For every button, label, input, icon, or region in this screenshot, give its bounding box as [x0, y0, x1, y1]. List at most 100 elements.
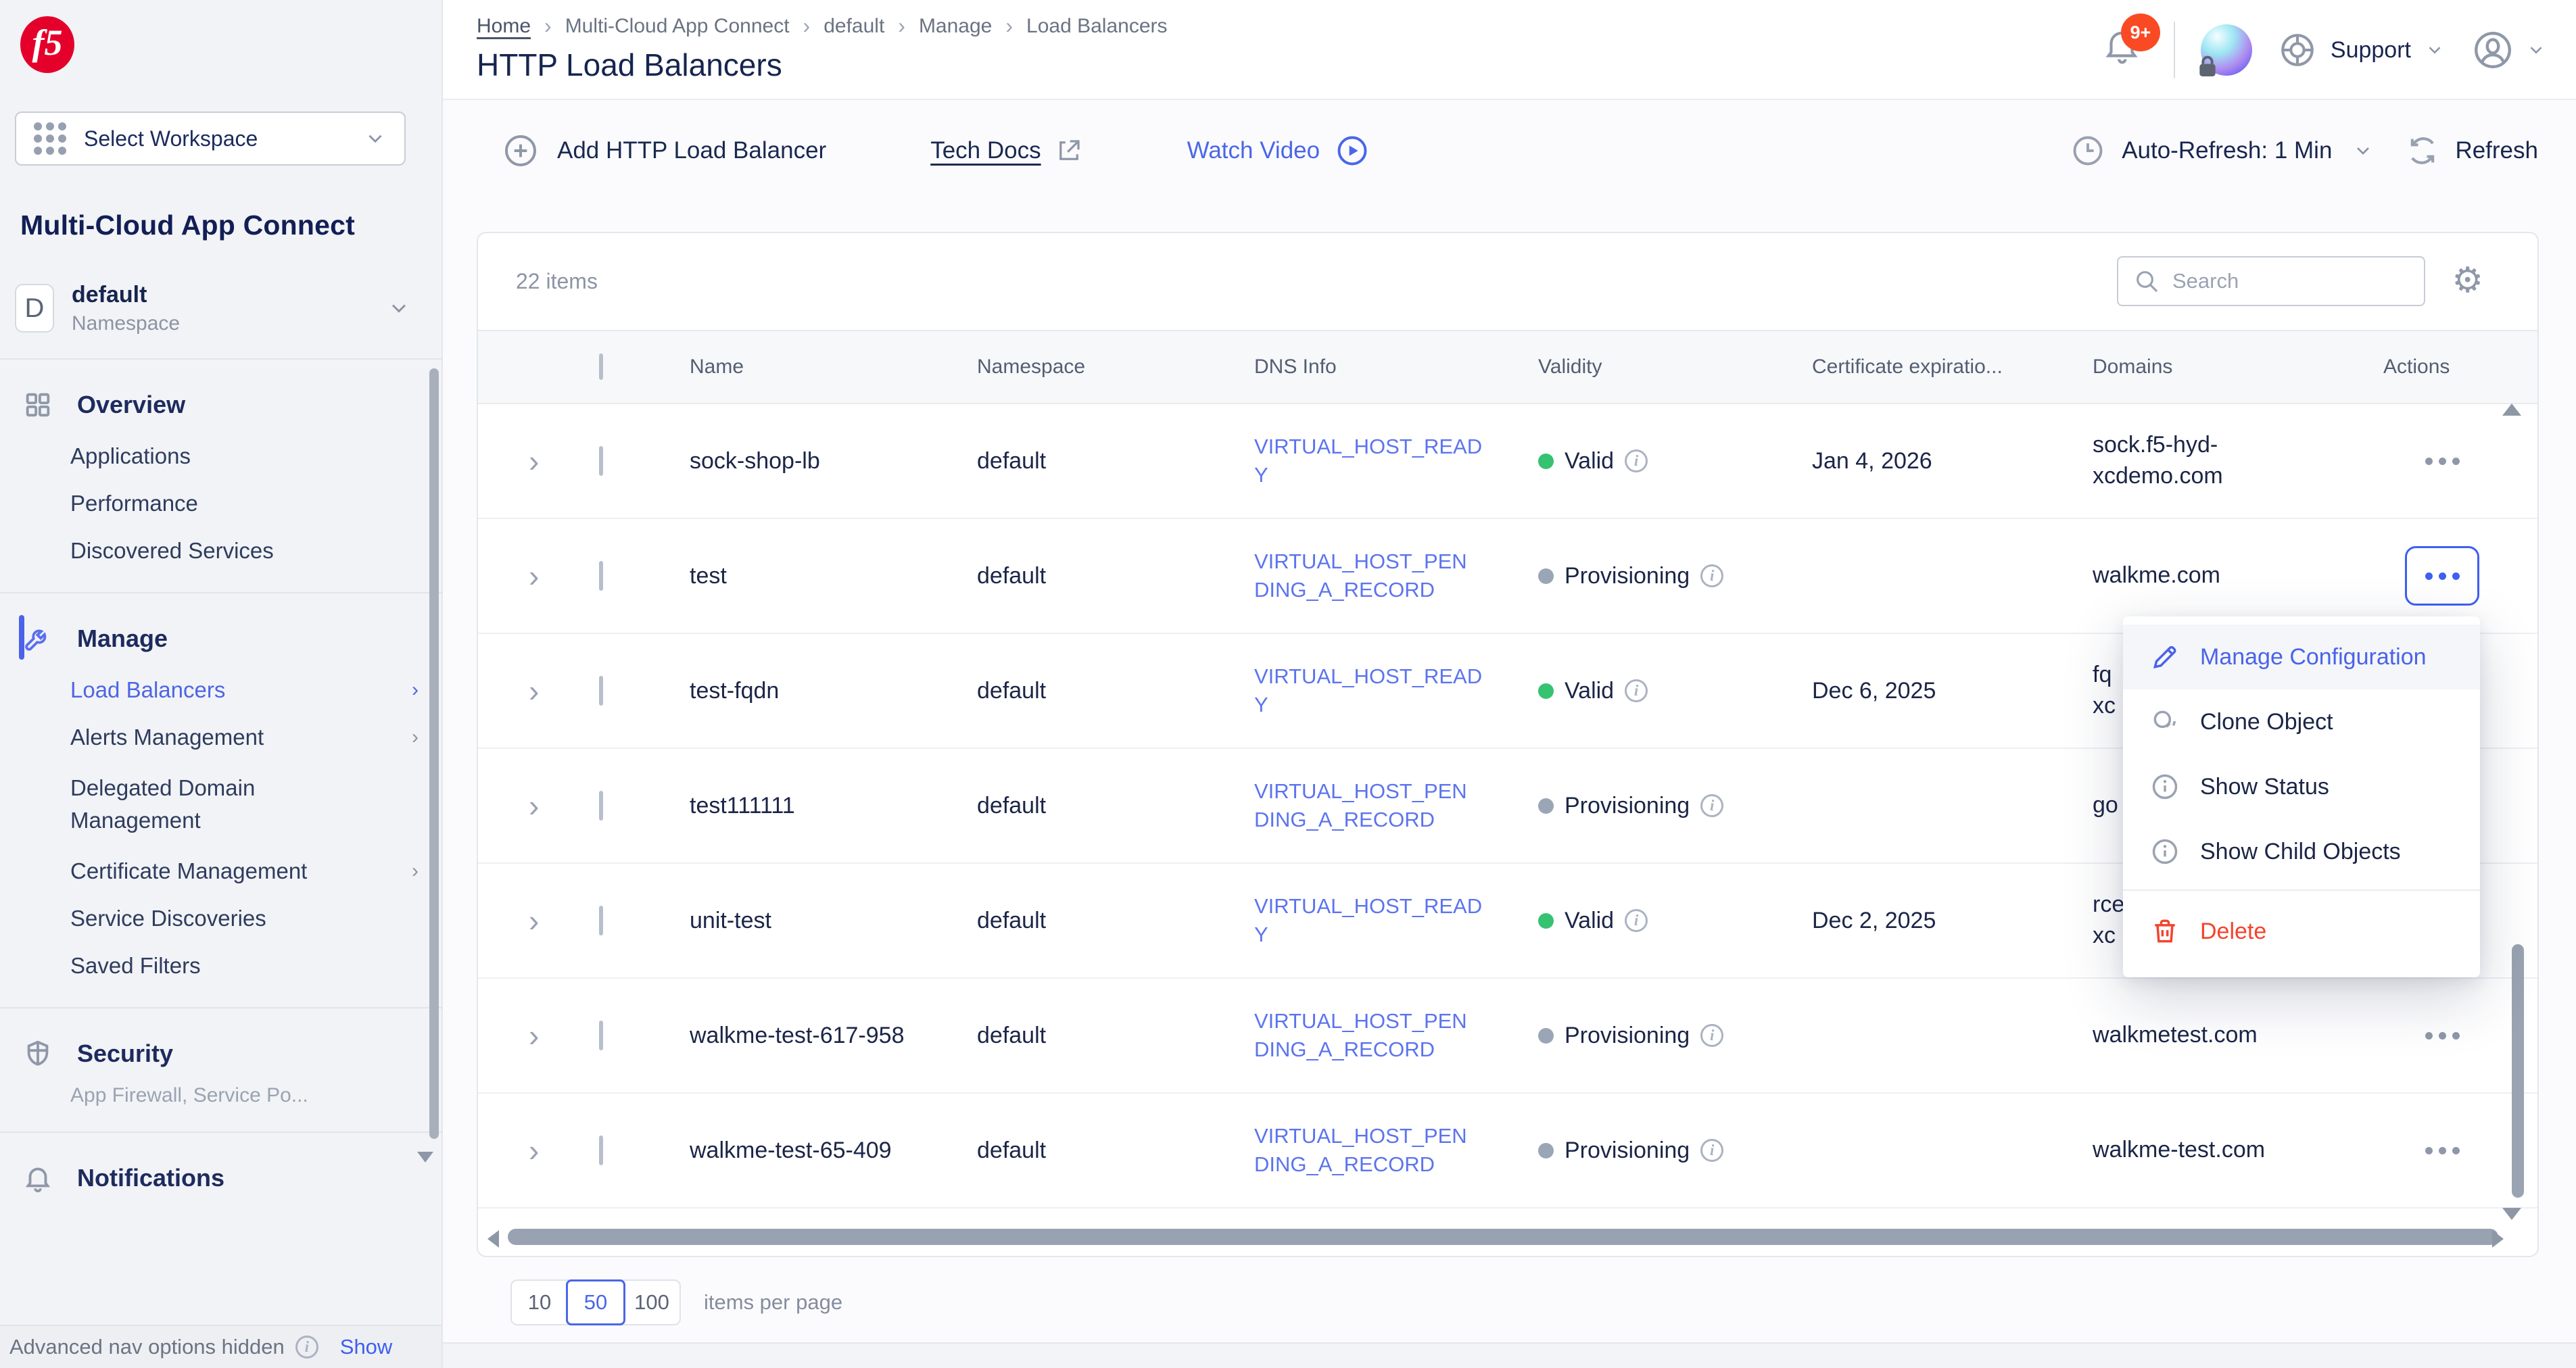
expand-row-icon[interactable]: › [515, 1017, 576, 1054]
row-checkbox[interactable] [599, 791, 603, 821]
cell-name[interactable]: test-fqdn [664, 678, 951, 704]
expand-row-icon[interactable]: › [515, 1132, 576, 1169]
column-header[interactable]: DNS Info [1229, 356, 1512, 378]
cell-name[interactable]: walkme-test-65-409 [664, 1138, 951, 1164]
table-horizontal-scrollbar[interactable] [478, 1229, 2537, 1246]
info-icon[interactable]: i [1625, 679, 1648, 702]
select-all-checkbox[interactable] [599, 353, 603, 380]
row-checkbox[interactable] [599, 1021, 603, 1050]
cell-dns-info[interactable]: VIRTUAL_HOST_PENDING_A_RECORD [1229, 1007, 1512, 1064]
sidebar-item-overview[interactable]: Overview [0, 377, 443, 433]
namespace-selector[interactable]: D default Namespace [15, 281, 421, 335]
cell-dns-info[interactable]: VIRTUAL_HOST_PENDING_A_RECORD [1229, 1122, 1512, 1179]
column-header[interactable]: Domains [2067, 356, 2358, 378]
page-size-100[interactable]: 100 [624, 1281, 679, 1324]
info-icon[interactable]: i [1625, 449, 1648, 472]
page-size-10[interactable]: 10 [512, 1281, 567, 1324]
column-header[interactable]: Certificate expiratio... [1786, 356, 2067, 378]
sidebar-item-delegated-domain-management[interactable]: Delegated Domain Management [0, 761, 443, 848]
sidebar-item-service-discoveries[interactable]: Service Discoveries [0, 895, 443, 942]
sidebar-item-load-balancers[interactable]: Load Balancers› [0, 666, 443, 714]
sidebar-item-manage[interactable]: Manage [0, 611, 443, 666]
menu-item-show-status[interactable]: Show Status [2123, 754, 2480, 819]
search-box[interactable] [2117, 256, 2425, 306]
cell-name[interactable]: test111111 [664, 793, 951, 819]
row-checkbox[interactable] [599, 561, 603, 591]
scroll-down-icon[interactable] [417, 1152, 433, 1163]
cell-dns-info[interactable]: VIRTUAL_HOST_READY [1229, 892, 1512, 949]
gear-icon[interactable]: ⚙ [2452, 263, 2483, 298]
info-icon[interactable]: i [1700, 1024, 1723, 1047]
row-checkbox[interactable] [599, 446, 603, 476]
account-menu[interactable] [2471, 28, 2546, 72]
row-checkbox[interactable] [599, 906, 603, 935]
breadcrumb-item[interactable]: default [824, 15, 884, 38]
add-http-load-balancer-button[interactable]: Add HTTP Load Balancer [502, 132, 826, 170]
workspace-selector[interactable]: Select Workspace [15, 112, 406, 166]
breadcrumb-item[interactable]: Manage [919, 15, 992, 38]
notifications-button[interactable]: 9+ [2101, 23, 2148, 77]
sidebar-item-security[interactable]: Security [0, 1026, 443, 1081]
expand-row-icon[interactable]: › [515, 787, 576, 824]
sidebar-item-notifications[interactable]: Notifications [0, 1150, 443, 1206]
watch-video-link[interactable]: Watch Video [1187, 133, 1370, 168]
ai-assistant-icon[interactable] [2201, 24, 2252, 76]
row-checkbox[interactable] [599, 676, 603, 706]
breadcrumb-item[interactable]: Multi-Cloud App Connect [565, 15, 790, 38]
cell-dns-info[interactable]: VIRTUAL_HOST_READY [1229, 433, 1512, 489]
breadcrumb-home[interactable]: Home [477, 15, 531, 38]
expand-row-icon[interactable]: › [515, 558, 576, 594]
info-icon[interactable]: i [1625, 909, 1648, 932]
table-vertical-scrollbar[interactable] [2512, 944, 2524, 1198]
row-actions-button[interactable] [2425, 1147, 2460, 1154]
row-checkbox[interactable] [599, 1135, 603, 1165]
row-actions-button-active[interactable] [2405, 546, 2479, 606]
expand-row-icon[interactable]: › [515, 673, 576, 709]
column-header[interactable]: Name [664, 356, 951, 378]
cell-namespace: default [951, 908, 1229, 934]
refresh-button[interactable]: Refresh [2405, 133, 2538, 168]
sidebar-scrollbar[interactable] [429, 368, 439, 1139]
cell-name[interactable]: unit-test [664, 908, 951, 934]
table-scroll-down-icon[interactable] [2502, 1208, 2521, 1220]
column-header[interactable]: Namespace [951, 356, 1229, 378]
menu-item-clone-object[interactable]: Clone Object [2123, 689, 2480, 754]
menu-item-manage-configuration[interactable]: Manage Configuration [2123, 625, 2480, 689]
workspace-selector-label: Select Workspace [84, 126, 258, 151]
cell-name[interactable]: sock-shop-lb [664, 448, 951, 474]
cell-name[interactable]: walkme-test-617-958 [664, 1023, 951, 1049]
cell-name[interactable]: test [664, 563, 951, 589]
row-actions-button[interactable] [2425, 458, 2460, 465]
expand-row-icon[interactable]: › [515, 902, 576, 939]
horizontal-scroll-thumb[interactable] [508, 1229, 2498, 1245]
cell-dns-info[interactable]: VIRTUAL_HOST_READY [1229, 662, 1512, 719]
show-advanced-nav-link[interactable]: Show [340, 1335, 393, 1359]
sidebar-item-applications[interactable]: Applications [0, 433, 443, 480]
sidebar-item-label: Manage [77, 625, 168, 653]
table-scroll-up-icon[interactable] [2502, 404, 2521, 416]
breadcrumb-item[interactable]: Load Balancers [1026, 15, 1167, 38]
cell-dns-info[interactable]: VIRTUAL_HOST_PENDING_A_RECORD [1229, 547, 1512, 604]
cell-validity: Validi [1512, 448, 1786, 474]
scroll-left-icon[interactable] [487, 1230, 499, 1248]
info-icon[interactable]: i [1700, 564, 1723, 587]
menu-item-show-child-objects[interactable]: Show Child Objects [2123, 819, 2480, 884]
menu-item-delete[interactable]: Delete [2123, 896, 2480, 967]
sidebar-item-discovered-services[interactable]: Discovered Services [0, 527, 443, 575]
column-header[interactable]: Validity [1512, 356, 1786, 378]
auto-refresh-dropdown[interactable]: Auto-Refresh: 1 Min [2070, 133, 2374, 168]
row-actions-button[interactable] [2425, 1032, 2460, 1040]
sidebar-item-saved-filters[interactable]: Saved Filters [0, 942, 443, 990]
sidebar-item-alerts-management[interactable]: Alerts Management› [0, 714, 443, 761]
page-size-50-selected[interactable]: 50 [566, 1279, 625, 1325]
expand-row-icon[interactable]: › [515, 443, 576, 479]
info-icon[interactable]: i [1700, 1139, 1723, 1162]
sidebar-item-performance[interactable]: Performance [0, 480, 443, 527]
search-input[interactable] [2172, 269, 2395, 293]
scroll-right-icon[interactable] [2492, 1230, 2504, 1248]
info-icon[interactable]: i [1700, 794, 1723, 817]
support-menu[interactable]: Support [2278, 30, 2445, 70]
sidebar-item-certificate-management[interactable]: Certificate Management› [0, 848, 443, 895]
tech-docs-link[interactable]: Tech Docs [930, 137, 1082, 165]
cell-dns-info[interactable]: VIRTUAL_HOST_PENDING_A_RECORD [1229, 777, 1512, 834]
